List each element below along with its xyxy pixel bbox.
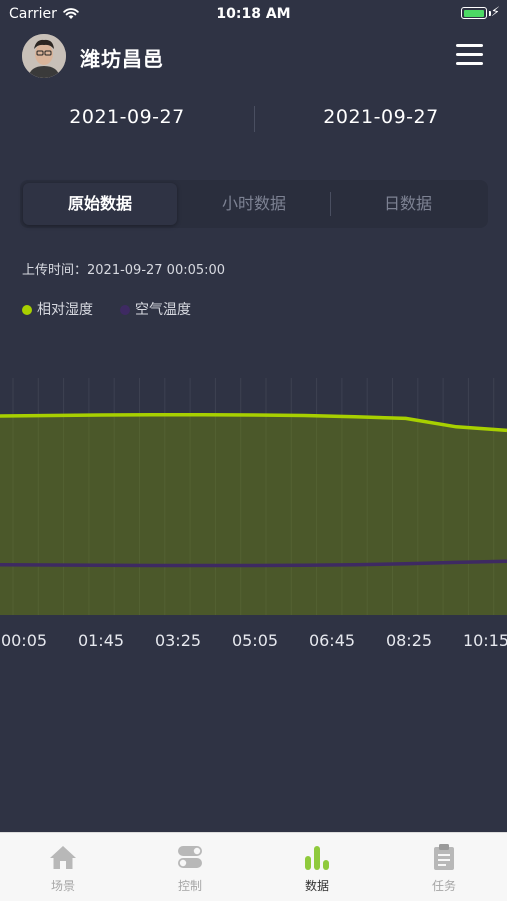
- legend-label-humidity: 相对湿度: [37, 302, 93, 318]
- menu-icon[interactable]: [456, 44, 483, 66]
- tabbar-label-scene: 场景: [50, 879, 75, 893]
- start-date[interactable]: 2021-09-27: [27, 106, 227, 128]
- legend-swatch-humidity: [22, 305, 32, 315]
- x-tick-label: 10:15: [463, 631, 507, 650]
- tabbar-item-control[interactable]: 控制: [127, 833, 253, 901]
- x-tick-label: 00:05: [1, 631, 47, 650]
- battery-icon: [461, 7, 487, 19]
- clipboard-icon: [434, 844, 454, 870]
- tabbar-label-data: 数据: [304, 879, 329, 893]
- x-tick-label: 06:45: [309, 631, 355, 650]
- tab-raw-data[interactable]: 原始数据: [23, 183, 177, 225]
- line-chart[interactable]: 00:05 01:45 03:25 05:05 06:45 08:25 10:15: [0, 340, 507, 670]
- end-date[interactable]: 2021-09-27: [281, 106, 481, 128]
- status-bar: Carrier 10:18 AM ⚡: [0, 0, 507, 28]
- x-tick-label: 08:25: [386, 631, 432, 650]
- tabbar-item-data[interactable]: 数据: [254, 833, 380, 901]
- bar-chart-icon: [305, 846, 329, 870]
- home-icon: [50, 846, 76, 869]
- bottom-tab-bar: 场景 控制 数据 任务: [0, 832, 507, 901]
- humidity-area: [0, 414, 507, 615]
- toggle-icon: [178, 846, 202, 868]
- status-time: 10:18 AM: [216, 6, 291, 22]
- legend-item-humidity[interactable]: 相对湿度: [22, 299, 93, 319]
- data-type-tabs: 原始数据 小时数据 日数据: [20, 180, 488, 228]
- tabbar-item-scene[interactable]: 场景: [0, 833, 126, 901]
- x-tick-label: 01:45: [78, 631, 124, 650]
- charging-bolt-icon: ⚡: [490, 5, 500, 20]
- x-tick-label: 05:05: [232, 631, 278, 650]
- tab-hourly-data[interactable]: 小时数据: [177, 183, 331, 225]
- avatar-portrait-icon: [22, 34, 66, 78]
- page-title: 潍坊昌邑: [80, 47, 164, 71]
- header: 潍坊昌邑: [0, 34, 507, 80]
- battery-level: [463, 9, 484, 17]
- x-tick-label: 03:25: [155, 631, 201, 650]
- upload-time: 上传时间：2021-09-27 00:05:00: [22, 263, 226, 278]
- legend-item-temperature[interactable]: 空气温度: [120, 299, 191, 319]
- legend-label-temperature: 空气温度: [135, 302, 191, 318]
- date-divider: [254, 106, 255, 132]
- tabbar-label-control: 控制: [177, 879, 202, 893]
- tabbar-label-task: 任务: [431, 879, 456, 893]
- tab-daily-data[interactable]: 日数据: [331, 183, 485, 225]
- legend-swatch-temperature: [120, 305, 130, 315]
- avatar[interactable]: [22, 34, 66, 78]
- tabbar-item-task[interactable]: 任务: [381, 833, 507, 901]
